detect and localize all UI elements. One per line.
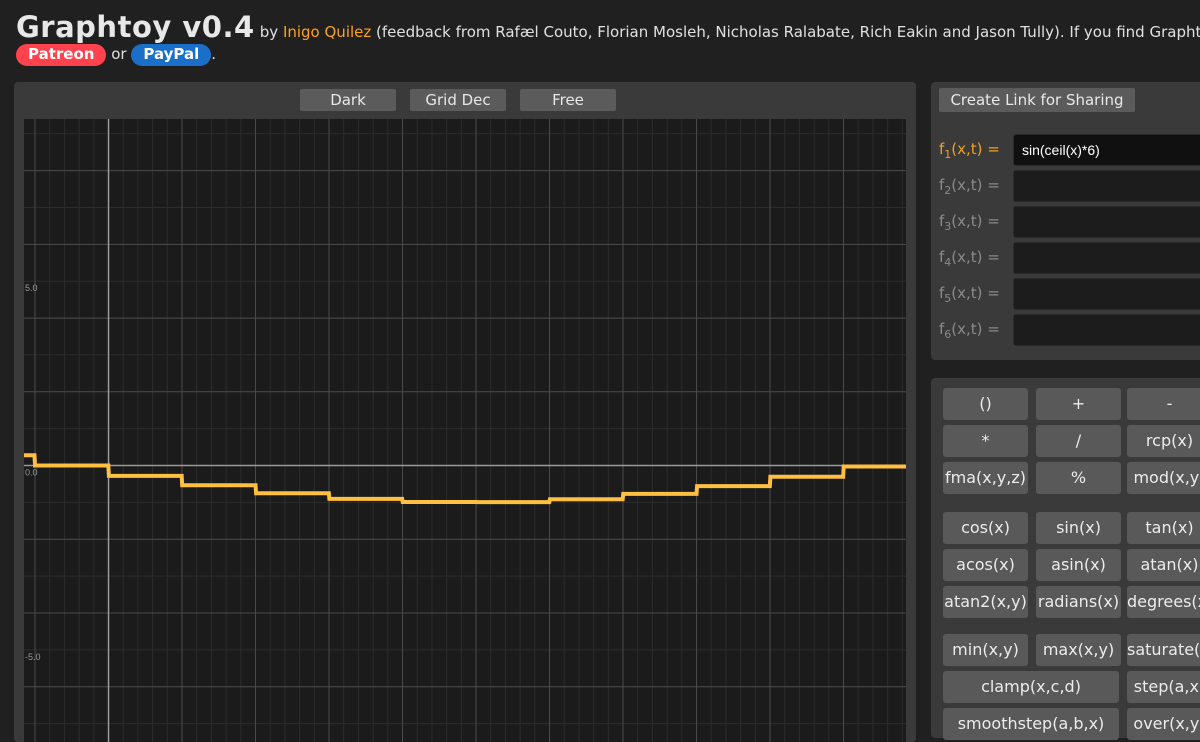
function-label[interactable]: f2(x,t) = xyxy=(939,176,1000,197)
paypal-button[interactable]: PayPal xyxy=(131,44,212,66)
button-panel: () + - * / rcp(x) fma(x,y,z)% mod(x,y) cos(x) sin… xyxy=(931,378,1200,740)
insert-button-9[interactable]: cos(x) xyxy=(943,512,1028,544)
or-text: or xyxy=(111,45,127,63)
function-row-1: f1(x,t) = xyxy=(931,134,1200,166)
period-text: . xyxy=(211,45,217,63)
insert-button-16[interactable]: radians(x) xyxy=(1036,586,1121,618)
insert-button-20[interactable]: saturate(x) xyxy=(1127,634,1200,666)
function-plot[interactable]: 5.0 0.0 -5.0 xyxy=(24,119,906,742)
insert-button-19[interactable]: max(x,y) xyxy=(1036,634,1121,666)
function-label[interactable]: f4(x,t) = xyxy=(939,248,1000,269)
insert-button-24[interactable]: over(x,y) xyxy=(1127,708,1200,740)
insert-button-14[interactable]: atan(x) xyxy=(1127,549,1200,581)
mode-button[interactable]: Free xyxy=(520,89,616,111)
plot-area[interactable]: 5.0 0.0 -5.0 xyxy=(24,119,906,742)
insert-button-21[interactable]: clamp(x,c,d) xyxy=(943,671,1119,703)
insert-button-12[interactable]: acos(x) xyxy=(943,549,1028,581)
function-row-2: f2(x,t) = xyxy=(931,170,1200,202)
insert-button-6[interactable]: fma(x,y,z) xyxy=(943,462,1028,494)
donate-line: Patreon or PayPal. xyxy=(16,44,216,66)
share-link-button[interactable]: Create Link for Sharing xyxy=(939,88,1135,112)
function-row-4: f4(x,t) = xyxy=(931,242,1200,274)
patreon-button[interactable]: Patreon xyxy=(16,44,107,66)
function-label[interactable]: f3(x,t) = xyxy=(939,212,1000,233)
function-input-1[interactable] xyxy=(1013,134,1200,166)
insert-button-4[interactable]: / xyxy=(1036,425,1121,457)
function-args: (x,t) = xyxy=(951,320,1000,338)
function-input-4[interactable] xyxy=(1013,242,1200,274)
function-label[interactable]: f1(x,t) = xyxy=(939,140,1000,161)
credits-text: (feedback from Rafæl Couto, Florian Mosl… xyxy=(376,23,1200,41)
insert-button-17[interactable]: degrees(x) xyxy=(1127,586,1200,618)
function-args: (x,t) = xyxy=(951,284,1000,302)
theme-button[interactable]: Dark xyxy=(300,89,396,111)
function-input-5[interactable] xyxy=(1013,278,1200,310)
insert-button-10[interactable]: sin(x) xyxy=(1036,512,1121,544)
function-row-5: f5(x,t) = xyxy=(931,278,1200,310)
insert-button-15[interactable]: atan2(x,y) xyxy=(943,586,1028,618)
function-label[interactable]: f5(x,t) = xyxy=(939,284,1000,305)
function-args: (x,t) = xyxy=(951,212,1000,230)
author-link[interactable]: Inigo Quilez xyxy=(283,23,371,41)
insert-button-0[interactable]: () xyxy=(943,388,1028,420)
insert-button-5[interactable]: rcp(x) xyxy=(1127,425,1200,457)
function-row-6: f6(x,t) = xyxy=(931,314,1200,346)
insert-button-1[interactable]: + xyxy=(1036,388,1121,420)
y-tick-label: 0.0 xyxy=(25,468,38,478)
insert-button-22[interactable]: step(a,x) xyxy=(1127,671,1200,703)
y-tick-label: 5.0 xyxy=(25,283,38,293)
function-row-3: f3(x,t) = xyxy=(931,206,1200,238)
function-panel: Create Link for Sharing f1(x,t) = f2(x,t)… xyxy=(931,82,1200,360)
header: Graphtoy v0.4 by Inigo Quilez (feedback … xyxy=(16,10,1200,70)
function-input-2[interactable] xyxy=(1013,170,1200,202)
function-input-6[interactable] xyxy=(1013,314,1200,346)
function-label[interactable]: f6(x,t) = xyxy=(939,320,1000,341)
by-text: by xyxy=(259,23,279,41)
insert-button-8[interactable]: mod(x,y) xyxy=(1127,462,1200,494)
grid-button[interactable]: Grid Dec xyxy=(410,89,506,111)
f1-curve xyxy=(24,453,906,505)
insert-button-11[interactable]: tan(x) xyxy=(1127,512,1200,544)
byline: by Inigo Quilez (feedback from Rafæl Cou… xyxy=(260,23,1200,41)
function-args: (x,t) = xyxy=(951,176,1000,194)
function-args: (x,t) = xyxy=(951,248,1000,266)
plot-panel: Dark Grid Dec Free 5.0 0.0 -5.0 xyxy=(14,82,916,742)
insert-button-7[interactable]: % xyxy=(1036,462,1121,494)
function-input-3[interactable] xyxy=(1013,206,1200,238)
insert-button-18[interactable]: min(x,y) xyxy=(943,634,1028,666)
app-title: Graphtoy v0.4 xyxy=(16,10,255,44)
insert-button-3[interactable]: * xyxy=(943,425,1028,457)
y-tick-label: -5.0 xyxy=(25,652,41,662)
insert-button-23[interactable]: smoothstep(a,b,x) xyxy=(943,708,1119,740)
function-args: (x,t) = xyxy=(951,140,1000,158)
insert-button-13[interactable]: asin(x) xyxy=(1036,549,1121,581)
insert-button-2[interactable]: - xyxy=(1127,388,1200,420)
